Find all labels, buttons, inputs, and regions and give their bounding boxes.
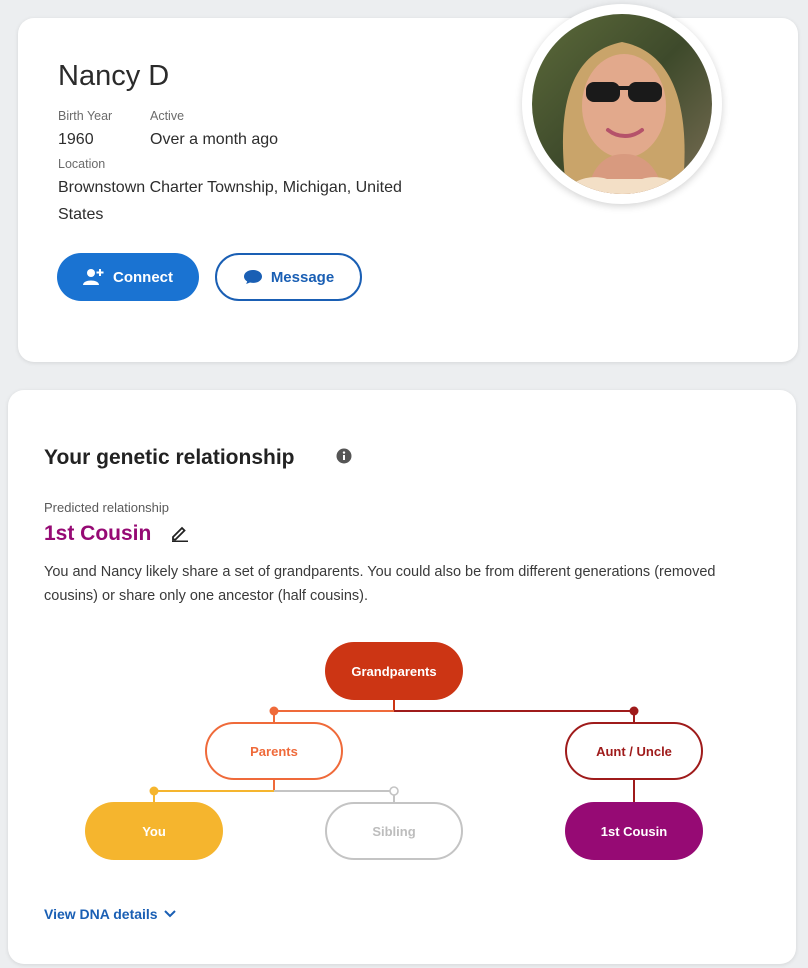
profile-photo: [532, 14, 712, 194]
chat-bubble-icon: [243, 270, 262, 284]
active-value: Over a month ago: [150, 131, 279, 148]
profile-card: Nancy D Birth Year Active 1960 Over a mo…: [18, 4, 798, 362]
add-person-icon: [83, 269, 104, 285]
profile-name: Nancy D: [58, 60, 170, 92]
tree-node-cousin: 1st Cousin: [565, 802, 703, 860]
view-dna-details-label: View DNA details: [44, 906, 158, 922]
tree-node-aunt-uncle: Aunt / Uncle: [565, 722, 703, 780]
chevron-down-icon: [163, 910, 176, 918]
tree-node-grandparents: Grandparents: [325, 642, 463, 700]
location-line-2: States: [58, 206, 104, 223]
tree-node-sibling: Sibling: [325, 802, 463, 860]
tree-node-parents: Parents: [205, 722, 343, 780]
location-line-1: Brownstown Charter Township, Michigan, U…: [58, 179, 402, 196]
active-label: Active: [150, 109, 185, 123]
avatar: [522, 4, 722, 204]
message-label: Message: [270, 268, 335, 286]
connect-button[interactable]: Connect: [57, 253, 199, 301]
location-label: Location: [58, 157, 106, 171]
relationship-card: Your genetic relationship Predicted rela…: [8, 390, 796, 964]
view-dna-details-link[interactable]: View DNA details: [44, 906, 176, 922]
message-button[interactable]: Message: [215, 253, 362, 301]
birth-year-label: Birth Year: [58, 109, 113, 123]
tree-node-you: You: [85, 802, 223, 860]
connect-label: Connect: [113, 268, 173, 286]
birth-year-value: 1960: [58, 131, 94, 148]
